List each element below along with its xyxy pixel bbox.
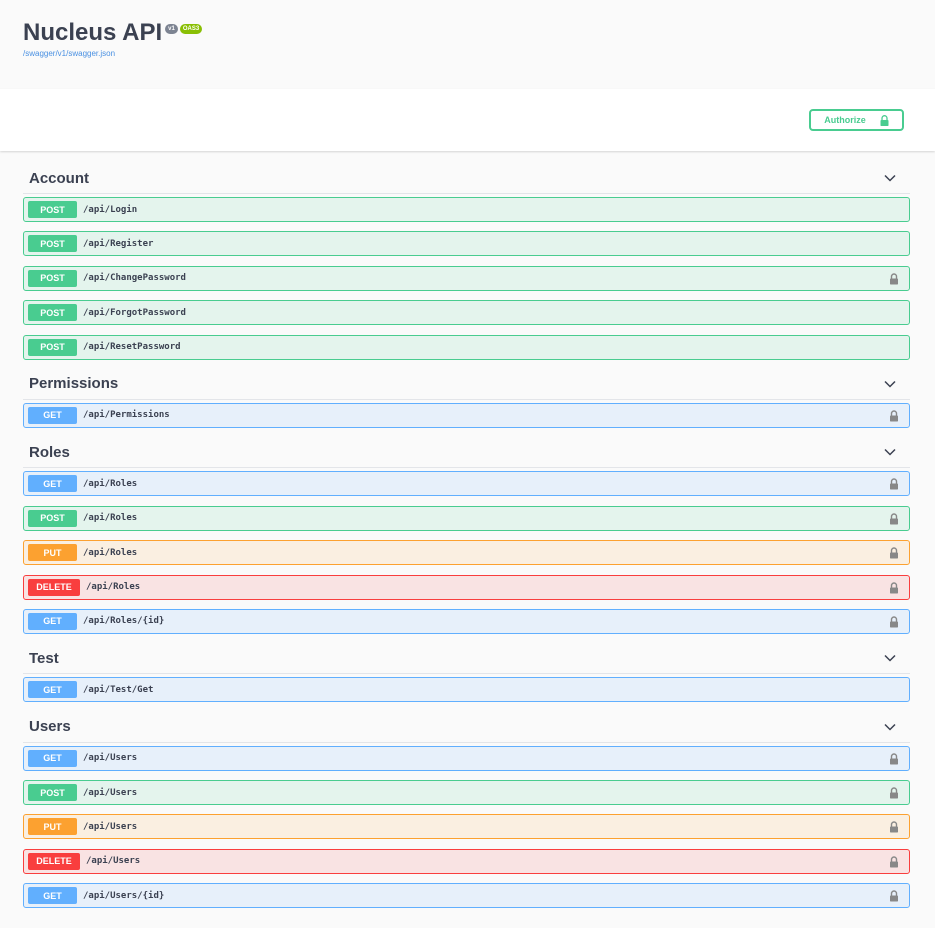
operation-row[interactable]: PUT/api/Users [23, 814, 910, 840]
tag-header[interactable]: Users [23, 712, 910, 743]
operations-list: Account POST/api/Login POST/api/Register PO… [0, 151, 935, 909]
tag-name: Test [29, 649, 59, 667]
method-badge-put: PUT [28, 544, 77, 562]
lock-icon[interactable] [889, 616, 899, 628]
operation-path: /api/Test/Get [83, 684, 154, 695]
method-badge-get: GET [28, 612, 77, 630]
method-badge-get: GET [28, 887, 77, 905]
lock-icon[interactable] [889, 547, 899, 559]
tag-name: Permissions [29, 375, 119, 393]
method-badge-post: POST [28, 235, 77, 253]
method-badge-delete: DELETE [28, 578, 80, 596]
operation-path: /api/ForgotPassword [83, 307, 186, 318]
method-badge-post: POST [28, 509, 77, 527]
operation-row[interactable]: GET/api/Roles [23, 471, 910, 497]
lock-icon[interactable] [889, 753, 899, 765]
operation-path: /api/Users [83, 753, 138, 764]
api-title: Nucleus API [23, 19, 163, 46]
method-badge-delete: DELETE [28, 852, 80, 870]
tag-header[interactable]: Permissions [23, 369, 910, 400]
operation-path: /api/ResetPassword [83, 342, 181, 353]
operation-path: /api/Permissions [83, 410, 170, 421]
method-badge-get: GET [28, 406, 77, 424]
lock-icon[interactable] [889, 513, 899, 525]
tag-header[interactable]: Test [23, 643, 910, 675]
tag-name: Account [29, 169, 89, 187]
chevron-down-icon[interactable] [884, 174, 896, 182]
operation-path: /api/Users/{id} [83, 890, 165, 901]
operation-row[interactable]: PUT/api/Roles [23, 540, 910, 566]
method-badge-post: POST [28, 201, 77, 218]
lock-icon[interactable] [889, 410, 899, 422]
tag-header[interactable]: Roles [23, 437, 910, 469]
method-badge-get: GET [28, 749, 77, 767]
method-badge-get: GET [28, 475, 77, 493]
method-badge-get: GET [28, 681, 77, 699]
operation-path: /api/Users [83, 787, 138, 798]
operation-row[interactable]: POST/api/Register [23, 231, 910, 257]
chevron-down-icon[interactable] [884, 448, 896, 456]
method-badge-post: POST [28, 338, 77, 356]
authorize-button[interactable]: Authorize [809, 109, 904, 131]
operation-row[interactable]: POST/api/Roles [23, 505, 910, 531]
operation-path: /api/Roles [83, 547, 138, 558]
operation-path: /api/Roles/{id} [83, 616, 165, 627]
tag-header[interactable]: Account [23, 163, 910, 194]
lock-icon [880, 114, 889, 126]
chevron-down-icon[interactable] [884, 723, 896, 731]
api-info: Nucleus API v1 OAS3 /swagger/v1/swagger.… [0, 0, 935, 89]
operation-path: /api/ChangePassword [83, 273, 186, 284]
operation-path: /api/Roles [83, 478, 138, 489]
operation-row[interactable]: GET/api/Test/Get [23, 677, 910, 703]
operation-row[interactable]: GET/api/Permissions [23, 402, 910, 428]
lock-icon[interactable] [889, 787, 899, 799]
chevron-down-icon[interactable] [884, 380, 896, 388]
operation-path: /api/Roles [86, 582, 141, 593]
oas-badge: OAS3 [179, 24, 203, 34]
authorize-label: Authorize [824, 115, 866, 125]
method-badge-post: POST [28, 304, 77, 322]
operation-row[interactable]: POST/api/ChangePassword [23, 265, 910, 291]
tag-section-roles: Roles GET/api/Roles POST/api/Roles PUT/api/… [23, 437, 910, 634]
operation-row[interactable]: POST/api/ResetPassword [23, 334, 910, 360]
operation-path: /api/Login [83, 204, 138, 215]
lock-icon[interactable] [889, 273, 899, 285]
spec-json-link[interactable]: /swagger/v1/swagger.json [23, 49, 912, 58]
chevron-down-icon[interactable] [884, 654, 896, 662]
method-badge-post: POST [28, 784, 77, 802]
operation-path: /api/Roles [83, 513, 138, 524]
tag-section-account: Account POST/api/Login POST/api/Register PO… [23, 163, 910, 360]
operation-row[interactable]: GET/api/Users/{id} [23, 883, 910, 909]
lock-icon[interactable] [889, 890, 899, 902]
operation-row[interactable]: GET/api/Roles/{id} [23, 608, 910, 634]
lock-icon[interactable] [889, 478, 899, 490]
tag-name: Users [29, 718, 71, 736]
operation-row[interactable]: DELETE/api/Users [23, 848, 910, 874]
tag-section-users: Users GET/api/Users POST/api/Users PUT/api/… [23, 712, 910, 909]
operation-path: /api/Users [83, 821, 138, 832]
version-badge: v1 [165, 24, 178, 34]
tag-section-permissions: Permissions GET/api/Permissions [23, 369, 910, 428]
operation-path: /api/Users [86, 856, 141, 867]
operation-path: /api/Register [83, 238, 154, 249]
tag-name: Roles [29, 443, 70, 461]
lock-icon[interactable] [889, 581, 899, 594]
operation-row[interactable]: DELETE/api/Roles [23, 574, 910, 600]
operation-row[interactable]: POST/api/Login [23, 197, 910, 222]
operation-row[interactable]: GET/api/Users [23, 745, 910, 771]
scheme-container: Authorize [0, 89, 935, 151]
method-badge-post: POST [28, 269, 77, 287]
operation-row[interactable]: POST/api/ForgotPassword [23, 300, 910, 326]
operation-row[interactable]: POST/api/Users [23, 780, 910, 806]
method-badge-put: PUT [28, 818, 77, 836]
lock-icon[interactable] [889, 856, 899, 868]
lock-icon[interactable] [889, 821, 899, 833]
tag-section-test: Test GET/api/Test/Get [23, 643, 910, 703]
